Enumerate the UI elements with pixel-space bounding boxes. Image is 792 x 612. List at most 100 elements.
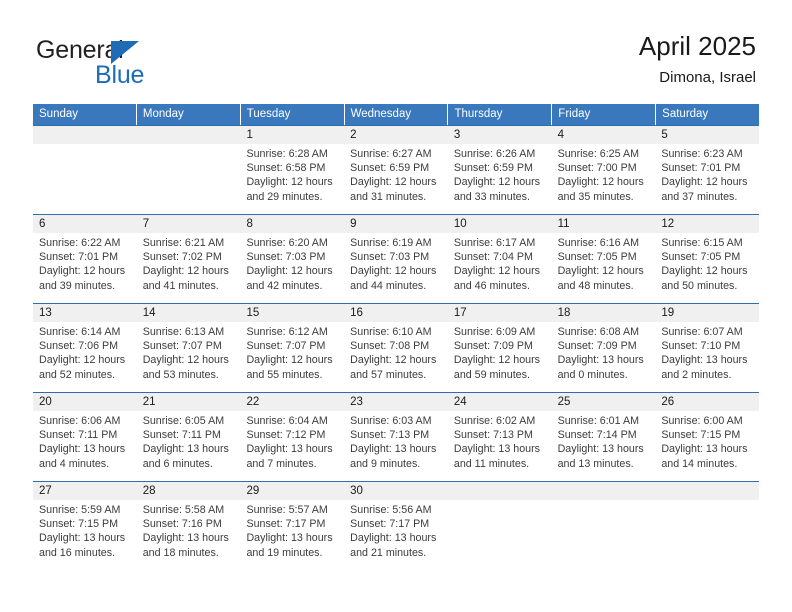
- sunrise-text: Sunrise: 6:26 AM: [453, 148, 536, 160]
- day-cell[interactable]: Sunrise: 5:58 AM Sunset: 7:16 PM Dayligh…: [137, 500, 241, 570]
- sunset-text: Sunset: 7:10 PM: [661, 340, 741, 353]
- day-number[interactable]: [655, 482, 759, 500]
- day-cell[interactable]: Sunrise: 6:10 AM Sunset: 7:08 PM Dayligh…: [344, 322, 448, 392]
- sunset-text: Sunset: 6:59 PM: [350, 162, 430, 175]
- day-cell[interactable]: Sunrise: 6:26 AM Sunset: 6:59 PM Dayligh…: [448, 144, 552, 214]
- day-number[interactable]: 7: [137, 215, 241, 233]
- sunset-text: Sunset: 7:02 PM: [142, 251, 222, 264]
- calendar-week-row: 27 28 29 30 Sunrise: 5:59 AM Sunset: 7:1…: [33, 481, 759, 570]
- day-number[interactable]: 17: [448, 304, 552, 322]
- day-number[interactable]: 3: [448, 126, 552, 144]
- daylight-text-cont: and 57 minutes.: [350, 368, 427, 381]
- day-number[interactable]: 23: [344, 393, 448, 411]
- sunset-text: Sunset: 7:08 PM: [350, 340, 430, 353]
- day-number[interactable]: 2: [344, 126, 448, 144]
- day-cell[interactable]: Sunrise: 6:19 AM Sunset: 7:03 PM Dayligh…: [344, 233, 448, 303]
- day-cell[interactable]: [137, 144, 241, 214]
- day-cell[interactable]: Sunrise: 6:06 AM Sunset: 7:11 PM Dayligh…: [33, 411, 137, 481]
- day-cell[interactable]: Sunrise: 6:17 AM Sunset: 7:04 PM Dayligh…: [448, 233, 552, 303]
- day-cell[interactable]: Sunrise: 6:09 AM Sunset: 7:09 PM Dayligh…: [448, 322, 552, 392]
- day-cell[interactable]: Sunrise: 6:20 AM Sunset: 7:03 PM Dayligh…: [240, 233, 344, 303]
- daylight-text: Daylight: 13 hours: [350, 443, 437, 456]
- day-cell[interactable]: Sunrise: 5:59 AM Sunset: 7:15 PM Dayligh…: [33, 500, 137, 570]
- day-number[interactable]: 9: [344, 215, 448, 233]
- daylight-text: Daylight: 12 hours: [39, 265, 126, 278]
- day-cell[interactable]: Sunrise: 6:04 AM Sunset: 7:12 PM Dayligh…: [240, 411, 344, 481]
- day-cell[interactable]: [552, 500, 656, 570]
- sunset-text: Sunset: 7:09 PM: [453, 340, 533, 353]
- daylight-text: Daylight: 12 hours: [453, 265, 541, 278]
- day-cell[interactable]: Sunrise: 6:15 AM Sunset: 7:05 PM Dayligh…: [655, 233, 759, 303]
- day-number[interactable]: [552, 482, 656, 500]
- day-cell[interactable]: [448, 500, 552, 570]
- day-cell[interactable]: Sunrise: 6:02 AM Sunset: 7:13 PM Dayligh…: [448, 411, 552, 481]
- day-number[interactable]: 25: [552, 393, 656, 411]
- day-number[interactable]: [137, 126, 241, 144]
- day-cell[interactable]: Sunrise: 6:22 AM Sunset: 7:01 PM Dayligh…: [33, 233, 137, 303]
- sunset-text: Sunset: 7:16 PM: [142, 518, 222, 531]
- day-number[interactable]: 5: [655, 126, 759, 144]
- day-number[interactable]: [33, 126, 137, 144]
- day-number[interactable]: 16: [344, 304, 448, 322]
- day-cell[interactable]: Sunrise: 6:12 AM Sunset: 7:07 PM Dayligh…: [240, 322, 344, 392]
- day-number[interactable]: 6: [33, 215, 137, 233]
- day-number[interactable]: 19: [655, 304, 759, 322]
- day-number[interactable]: 13: [33, 304, 137, 322]
- week-date-number-row: 27 28 29 30: [33, 482, 759, 500]
- day-number[interactable]: [448, 482, 552, 500]
- day-number[interactable]: 22: [240, 393, 344, 411]
- day-number[interactable]: 14: [137, 304, 241, 322]
- day-number[interactable]: 10: [448, 215, 552, 233]
- day-cell[interactable]: Sunrise: 5:57 AM Sunset: 7:17 PM Dayligh…: [240, 500, 344, 570]
- day-cell[interactable]: Sunrise: 6:13 AM Sunset: 7:07 PM Dayligh…: [137, 322, 241, 392]
- day-cell[interactable]: Sunrise: 6:23 AM Sunset: 7:01 PM Dayligh…: [655, 144, 759, 214]
- daylight-text-cont: and 41 minutes.: [142, 279, 219, 292]
- day-cell[interactable]: Sunrise: 6:16 AM Sunset: 7:05 PM Dayligh…: [552, 233, 656, 303]
- sunset-text: Sunset: 6:59 PM: [453, 162, 533, 175]
- day-cell[interactable]: Sunrise: 6:01 AM Sunset: 7:14 PM Dayligh…: [552, 411, 656, 481]
- day-number[interactable]: 28: [137, 482, 241, 500]
- day-number[interactable]: 30: [344, 482, 448, 500]
- day-number[interactable]: 18: [552, 304, 656, 322]
- day-number[interactable]: 11: [552, 215, 656, 233]
- day-number[interactable]: 24: [448, 393, 552, 411]
- day-cell[interactable]: [33, 144, 137, 214]
- day-cell[interactable]: Sunrise: 6:08 AM Sunset: 7:09 PM Dayligh…: [552, 322, 656, 392]
- day-cell[interactable]: Sunrise: 6:03 AM Sunset: 7:13 PM Dayligh…: [344, 411, 448, 481]
- day-cell[interactable]: Sunrise: 6:28 AM Sunset: 6:58 PM Dayligh…: [240, 144, 344, 214]
- day-cell[interactable]: Sunrise: 5:56 AM Sunset: 7:17 PM Dayligh…: [344, 500, 448, 570]
- day-number[interactable]: 20: [33, 393, 137, 411]
- day-number[interactable]: 29: [240, 482, 344, 500]
- sunrise-text: Sunrise: 6:15 AM: [661, 237, 743, 249]
- daylight-text: Daylight: 13 hours: [453, 443, 541, 456]
- sunrise-text: Sunrise: 6:16 AM: [557, 237, 639, 249]
- day-number[interactable]: 1: [240, 126, 344, 144]
- day-cell[interactable]: Sunrise: 6:07 AM Sunset: 7:10 PM Dayligh…: [655, 322, 759, 392]
- day-number[interactable]: 27: [33, 482, 137, 500]
- day-number[interactable]: 15: [240, 304, 344, 322]
- sunrise-text: Sunrise: 6:13 AM: [142, 326, 225, 338]
- day-number[interactable]: 8: [240, 215, 344, 233]
- weekday-header-row: Sunday Monday Tuesday Wednesday Thursday…: [33, 104, 759, 125]
- day-number[interactable]: 4: [552, 126, 656, 144]
- title-block: April 2025 Dimona, Israel: [639, 30, 756, 89]
- day-cell[interactable]: Sunrise: 6:21 AM Sunset: 7:02 PM Dayligh…: [137, 233, 241, 303]
- day-number[interactable]: 26: [655, 393, 759, 411]
- day-cell[interactable]: Sunrise: 6:14 AM Sunset: 7:06 PM Dayligh…: [33, 322, 137, 392]
- general-blue-logo[interactable]: General Blue: [36, 36, 266, 92]
- day-cell[interactable]: [655, 500, 759, 570]
- daylight-text: Daylight: 12 hours: [350, 265, 437, 278]
- day-cell[interactable]: Sunrise: 6:27 AM Sunset: 6:59 PM Dayligh…: [344, 144, 448, 214]
- day-cell[interactable]: Sunrise: 6:25 AM Sunset: 7:00 PM Dayligh…: [552, 144, 656, 214]
- sunrise-text: Sunrise: 6:00 AM: [661, 415, 743, 427]
- weekday-header-wednesday: Wednesday: [345, 104, 449, 125]
- day-number[interactable]: 21: [137, 393, 241, 411]
- sunset-text: Sunset: 7:15 PM: [39, 518, 119, 531]
- sunset-text: Sunset: 7:05 PM: [661, 251, 741, 264]
- day-number[interactable]: 12: [655, 215, 759, 233]
- day-cell[interactable]: Sunrise: 6:05 AM Sunset: 7:11 PM Dayligh…: [137, 411, 241, 481]
- sunrise-text: Sunrise: 5:58 AM: [142, 504, 225, 516]
- sunrise-text: Sunrise: 5:56 AM: [350, 504, 432, 516]
- weekday-header-friday: Friday: [552, 104, 657, 125]
- day-cell[interactable]: Sunrise: 6:00 AM Sunset: 7:15 PM Dayligh…: [655, 411, 759, 481]
